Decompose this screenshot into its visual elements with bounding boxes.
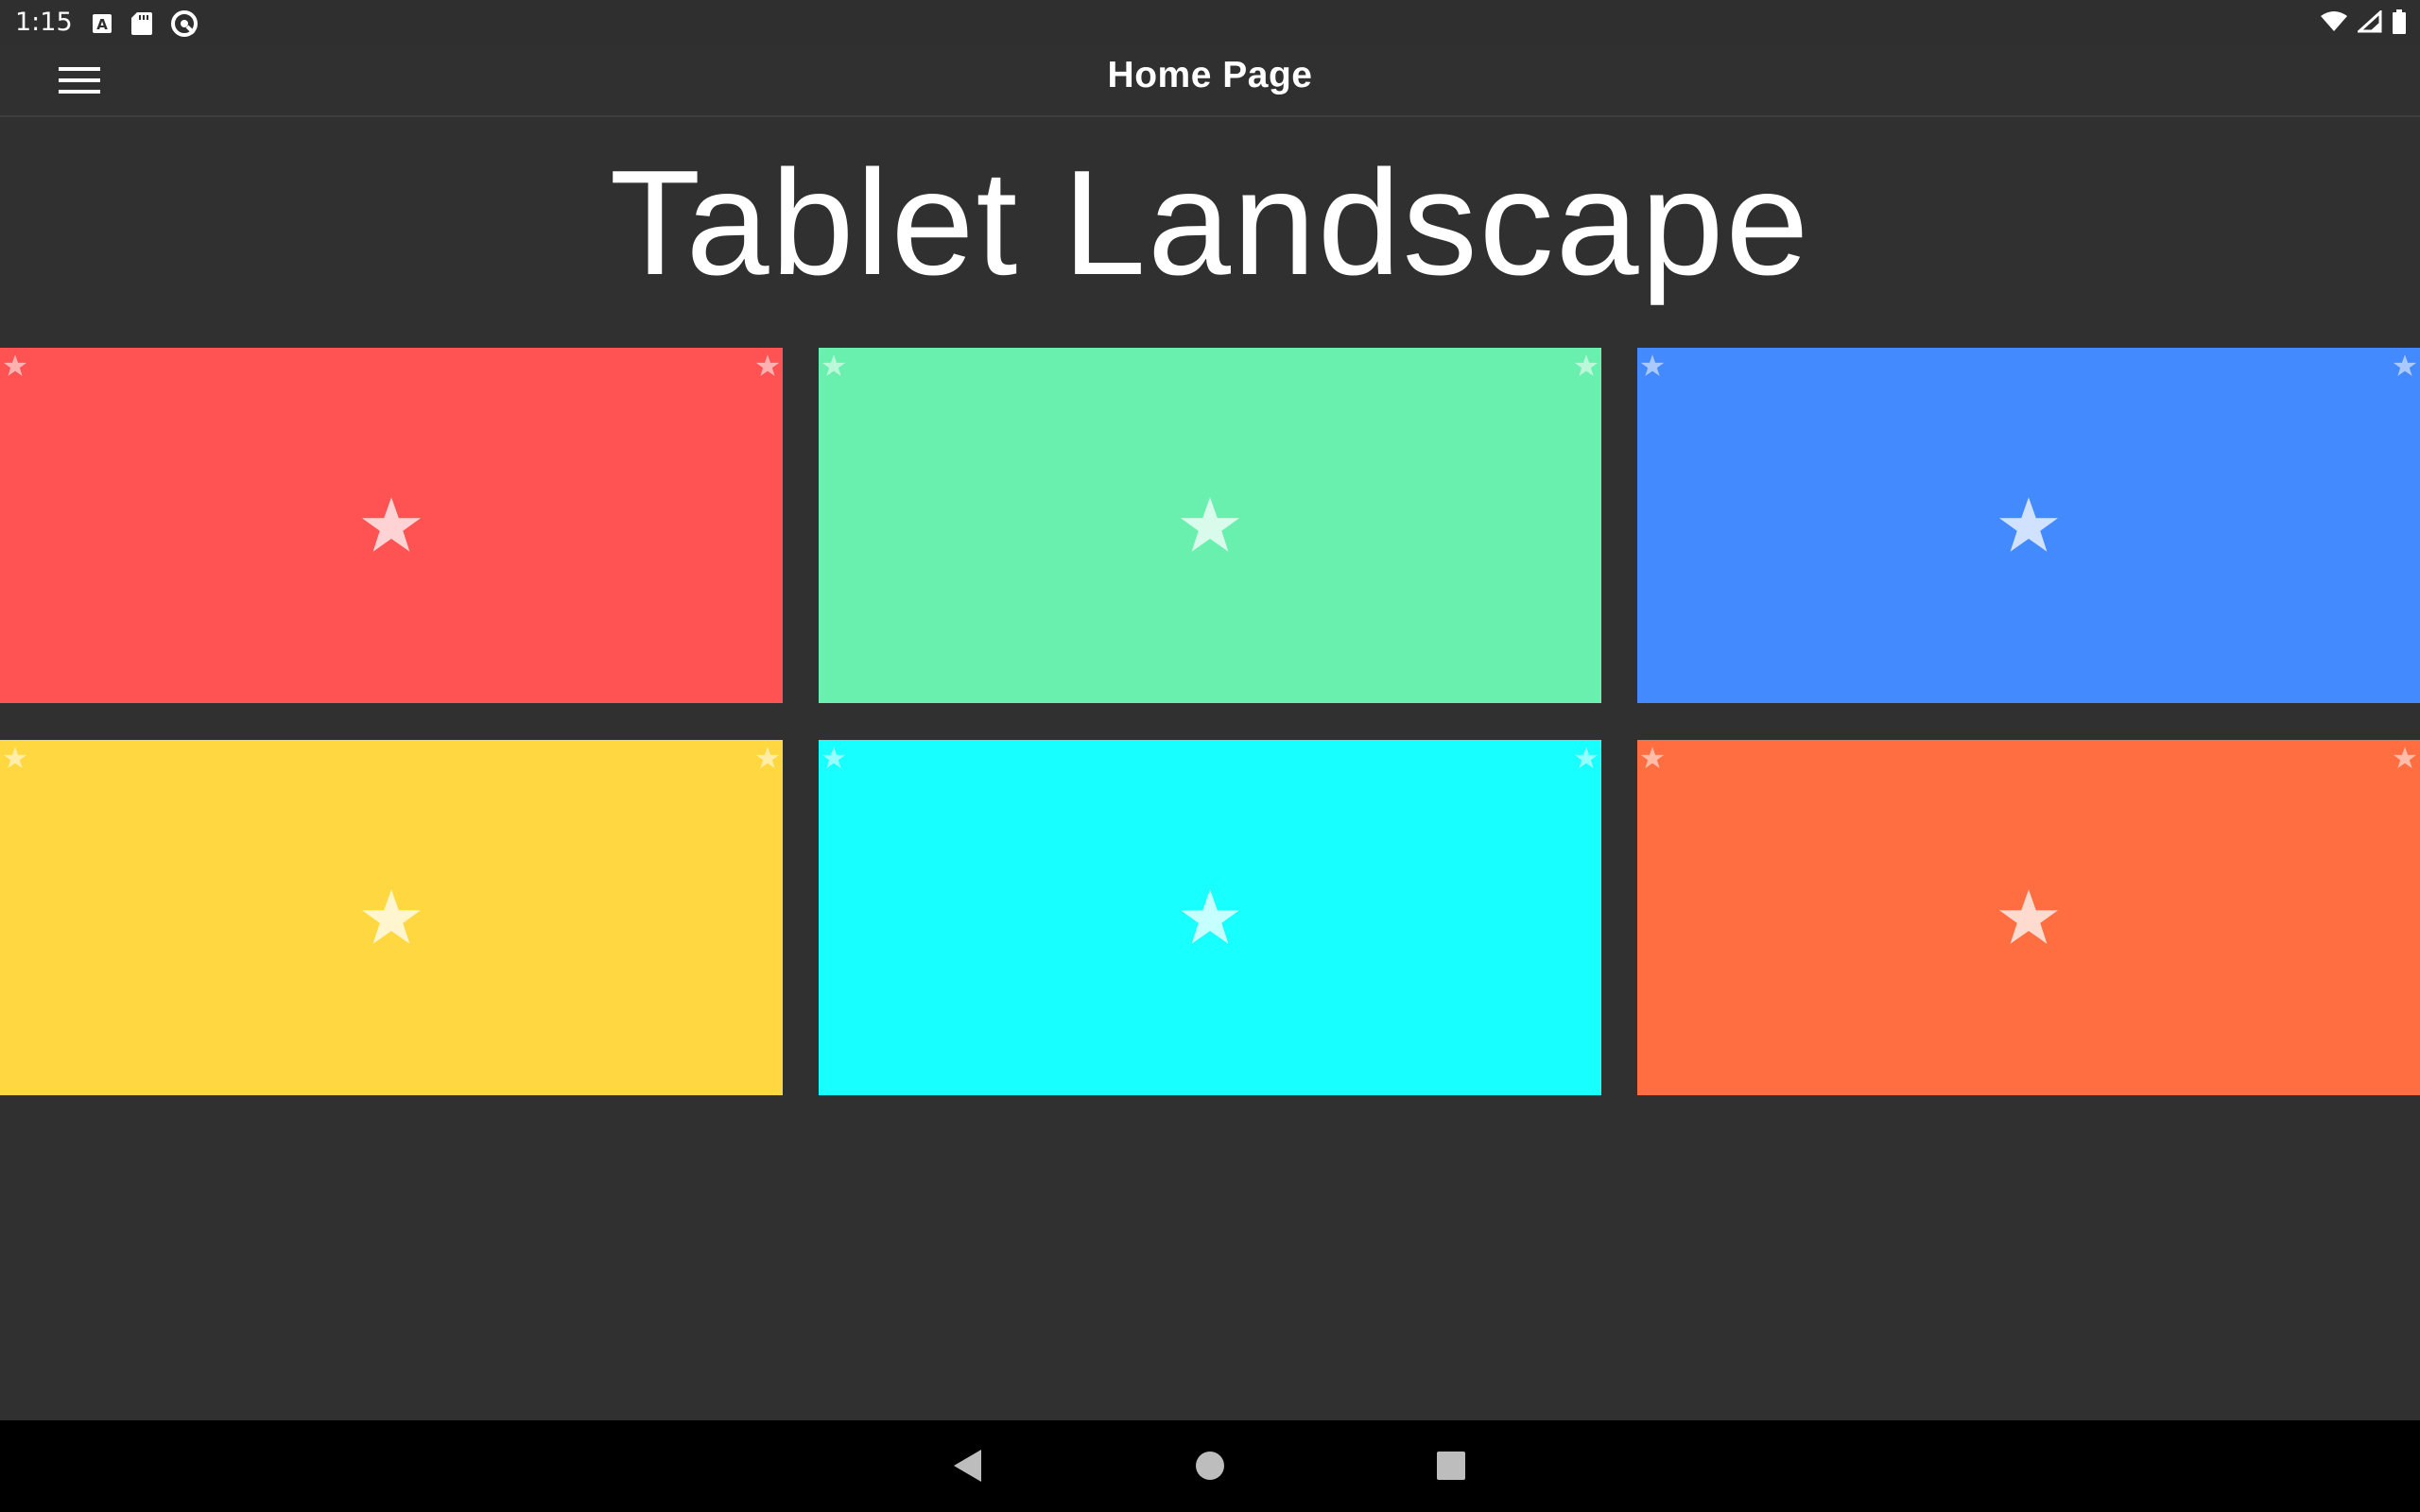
star-icon <box>1574 354 1599 376</box>
app-bar: Home Page <box>0 45 2420 117</box>
keyboard-a-icon: A <box>91 12 113 39</box>
home-button[interactable] <box>1185 1441 1235 1490</box>
nav-bar <box>0 1420 2420 1512</box>
star-icon <box>1998 497 2059 552</box>
star-icon <box>361 497 422 552</box>
star-icon <box>2393 747 2417 768</box>
headline: Tablet Landscape <box>609 140 1811 306</box>
star-icon <box>361 889 422 944</box>
star-icon <box>1180 497 1240 552</box>
color-tile[interactable] <box>0 740 783 1095</box>
color-tile[interactable] <box>819 740 1601 1095</box>
wifi-icon <box>2320 10 2348 37</box>
star-icon <box>3 354 27 376</box>
page-title: Home Page <box>1107 55 1313 95</box>
back-icon <box>954 1450 981 1482</box>
star-icon <box>821 354 846 376</box>
cell-signal-icon <box>2356 9 2382 37</box>
star-icon <box>1640 354 1665 376</box>
star-icon <box>2393 354 2417 376</box>
star-icon <box>755 354 780 376</box>
home-icon <box>1196 1452 1224 1480</box>
status-bar: 1:15 A <box>0 0 2420 45</box>
data-saver-icon <box>170 9 199 42</box>
back-button[interactable] <box>942 1441 992 1490</box>
color-tile[interactable] <box>819 348 1601 703</box>
star-icon <box>1998 889 2059 944</box>
star-icon <box>1574 747 1599 768</box>
recents-button[interactable] <box>1426 1441 1476 1490</box>
star-icon <box>755 747 780 768</box>
color-tile[interactable] <box>1637 740 2420 1095</box>
color-tile[interactable] <box>1637 348 2420 703</box>
star-icon <box>821 747 846 768</box>
sd-card-icon <box>130 11 153 40</box>
status-right-icons <box>2320 9 2407 38</box>
svg-text:A: A <box>96 16 108 33</box>
status-left-icons: A <box>91 9 199 42</box>
battery-icon <box>2392 9 2407 38</box>
star-icon <box>1180 889 1240 944</box>
status-time: 1:15 <box>15 8 73 37</box>
star-icon <box>3 747 27 768</box>
recents-icon <box>1437 1452 1465 1480</box>
color-tile[interactable] <box>0 348 783 703</box>
star-icon <box>1640 747 1665 768</box>
